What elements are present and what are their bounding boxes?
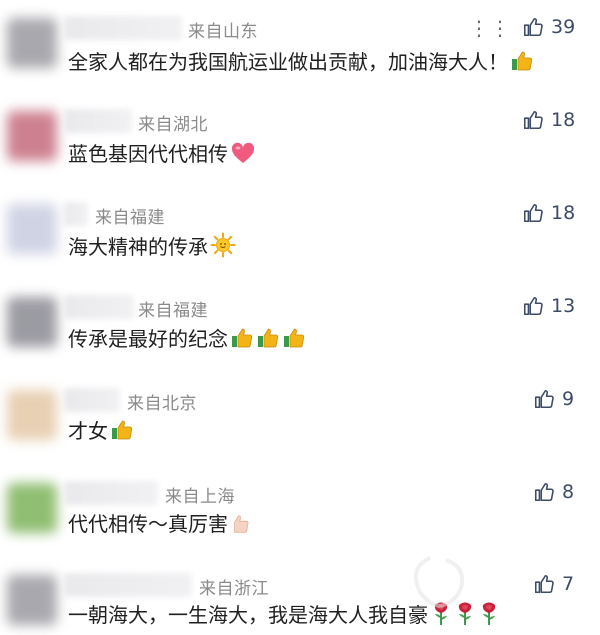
sun-emoji-icon bbox=[210, 232, 236, 263]
watermark-logo-icon bbox=[413, 556, 465, 608]
comment-text-row: 海大精神的传承 bbox=[68, 231, 236, 263]
thumbs-up-emoji-icon bbox=[282, 326, 306, 355]
like-count: 18 bbox=[551, 202, 576, 224]
like-count: 7 bbox=[562, 573, 575, 595]
like-count: 8 bbox=[562, 481, 575, 503]
comment-text-row: 代代相传～真厉害 bbox=[68, 508, 252, 540]
avatar[interactable] bbox=[7, 390, 57, 440]
thumbs-up-outline-icon bbox=[523, 17, 543, 37]
like-button[interactable]: 9 bbox=[533, 388, 574, 410]
username-blurred[interactable] bbox=[64, 16, 182, 40]
comment-location: 来自上海 bbox=[165, 487, 235, 507]
like-count: 18 bbox=[551, 109, 576, 131]
thumbs-up-outline-icon bbox=[534, 574, 554, 594]
username-blurred[interactable] bbox=[64, 109, 132, 133]
avatar[interactable] bbox=[7, 204, 57, 254]
thumbs-up-outline-icon bbox=[523, 203, 543, 223]
username-blurred[interactable] bbox=[64, 202, 88, 226]
like-count: 9 bbox=[562, 388, 575, 410]
heart-emoji-icon bbox=[230, 141, 256, 170]
like-button[interactable]: 18 bbox=[522, 202, 575, 224]
comment-text-row: 蓝色基因代代相传 bbox=[68, 138, 256, 170]
comment-location: 来自福建 bbox=[95, 208, 165, 228]
comment-text: 代代相传～真厉害 bbox=[68, 512, 228, 536]
thumbs-up-outline-icon bbox=[523, 296, 543, 316]
thumbs-up-outline-icon bbox=[523, 110, 543, 130]
thumbs-up-light-emoji-icon bbox=[230, 513, 252, 540]
avatar[interactable] bbox=[7, 483, 57, 533]
like-button[interactable]: 7 bbox=[533, 573, 574, 595]
comment-location: 来自浙江 bbox=[199, 579, 269, 599]
comment-text: 一朝海大，一生海大，我是海大人我自豪 bbox=[68, 603, 428, 627]
comment-text: 传承是最好的纪念 bbox=[68, 327, 228, 351]
comment-location: 来自湖北 bbox=[138, 115, 208, 135]
username-blurred[interactable] bbox=[64, 388, 120, 412]
thumbs-up-emoji-icon bbox=[110, 418, 134, 447]
comment-text-row: 才女 bbox=[68, 415, 134, 447]
avatar[interactable] bbox=[7, 297, 57, 347]
thumbs-up-emoji-icon bbox=[230, 326, 254, 355]
like-button[interactable]: 18 bbox=[522, 109, 575, 131]
comment-text-row: 传承是最好的纪念 bbox=[68, 323, 306, 355]
comment-text: 才女 bbox=[68, 419, 108, 443]
comment-text: 海大精神的传承 bbox=[68, 235, 208, 259]
comment-location: 来自福建 bbox=[138, 301, 208, 321]
avatar[interactable] bbox=[7, 575, 57, 625]
like-count: 39 bbox=[551, 16, 576, 38]
thumbs-up-outline-icon bbox=[534, 389, 554, 409]
comment-location: 来自山东 bbox=[188, 22, 258, 42]
comment-location: 来自北京 bbox=[127, 394, 197, 414]
like-button[interactable]: 13 bbox=[522, 295, 575, 317]
like-count: 13 bbox=[551, 295, 576, 317]
avatar[interactable] bbox=[7, 18, 57, 68]
thumbs-up-emoji-icon bbox=[256, 326, 280, 355]
thumbs-up-emoji-icon bbox=[510, 49, 534, 78]
like-button[interactable]: 8 bbox=[533, 481, 574, 503]
username-blurred[interactable] bbox=[64, 481, 158, 505]
comment-text-row: 全家人都在为我国航运业做出贡献，加油海大人！ bbox=[68, 46, 534, 78]
username-blurred[interactable] bbox=[64, 295, 134, 319]
like-button[interactable]: 39 bbox=[522, 16, 575, 38]
username-blurred[interactable] bbox=[64, 573, 192, 597]
thumbs-up-outline-icon bbox=[534, 482, 554, 502]
avatar[interactable] bbox=[7, 111, 57, 161]
comment-text: 全家人都在为我国航运业做出贡献，加油海大人！ bbox=[68, 50, 508, 74]
comment-text: 蓝色基因代代相传 bbox=[68, 142, 228, 166]
more-options-icon[interactable]: ⋮⋮ bbox=[469, 16, 511, 40]
